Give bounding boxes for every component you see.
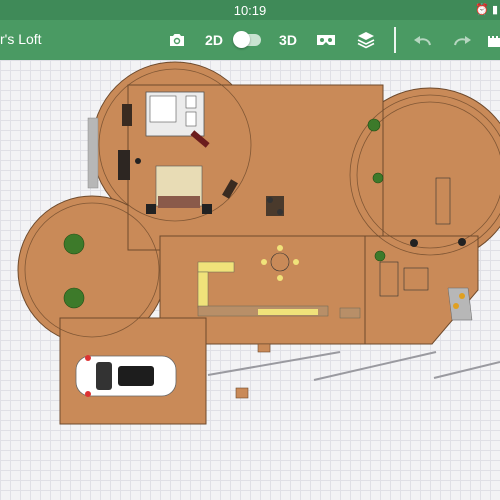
plant	[63, 233, 85, 255]
stove	[339, 307, 361, 319]
outdoor-box	[235, 387, 249, 399]
camera-button[interactable]	[166, 28, 188, 52]
path-line	[313, 351, 437, 381]
nightstand-left	[146, 204, 156, 214]
nightstand-right	[202, 204, 212, 214]
walkway-strip	[87, 117, 99, 189]
layers-button[interactable]	[355, 28, 377, 52]
alarm-icon: ⏰	[475, 4, 489, 16]
floor-plan	[17, 61, 500, 425]
redo-button[interactable]	[451, 28, 475, 52]
bathtub	[149, 95, 177, 123]
status-bar: 10:19 ⏰ ▮	[0, 0, 500, 20]
shelf	[122, 104, 132, 126]
toilet	[185, 95, 197, 109]
door-step	[257, 343, 271, 353]
toolbar-divider	[394, 27, 396, 53]
speaker	[458, 238, 466, 246]
kitchen-worktop	[258, 309, 318, 315]
kitchen-counter-side	[197, 271, 209, 309]
camera-icon	[170, 34, 184, 46]
vr-button[interactable]	[315, 28, 337, 52]
vr-headset-icon	[317, 35, 335, 45]
battery-icon: ▮	[491, 4, 498, 16]
speaker	[410, 239, 418, 247]
chair	[135, 158, 141, 164]
view-toggle-knob[interactable]	[233, 31, 250, 48]
toolbar: r's Loft 2D 3D	[0, 20, 500, 60]
plant	[367, 118, 381, 132]
mode-3d-button[interactable]: 3D	[277, 28, 299, 52]
bed-headboard	[158, 196, 200, 208]
plant	[63, 287, 85, 309]
path-line	[207, 351, 341, 376]
status-time: 10:19	[233, 3, 267, 18]
castle-icon	[488, 36, 500, 47]
undo-icon	[414, 36, 431, 46]
layers-icon	[357, 32, 375, 49]
plant	[374, 250, 386, 262]
floor-plan-canvas[interactable]	[0, 60, 500, 500]
patio-planter	[447, 287, 473, 321]
status-icons: ⏰ ▮	[475, 3, 498, 16]
kitchen-counter	[197, 261, 235, 273]
plant	[372, 172, 384, 184]
desk	[118, 150, 130, 180]
round-dining-table	[270, 252, 290, 272]
sink	[185, 111, 197, 127]
redo-icon	[454, 36, 471, 46]
path-line	[433, 361, 500, 379]
undo-button[interactable]	[410, 28, 434, 52]
car	[75, 355, 177, 397]
castle-button[interactable]	[488, 28, 500, 52]
project-title: r's Loft	[0, 31, 42, 47]
mode-2d-button[interactable]: 2D	[203, 28, 225, 52]
